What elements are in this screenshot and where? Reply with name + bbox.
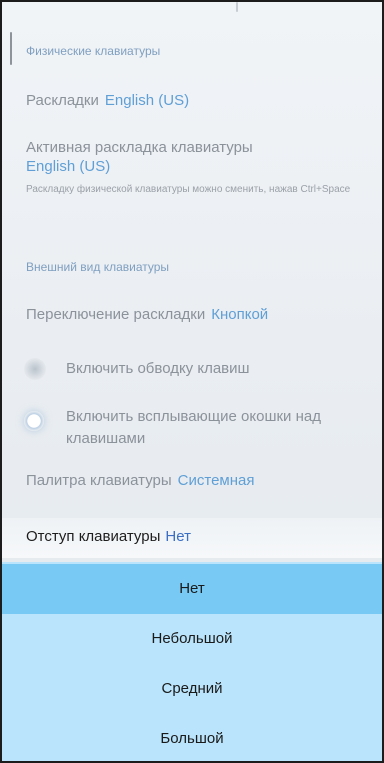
palette-label: Палитра клавиатуры xyxy=(26,472,172,489)
key-popup-toggle[interactable] xyxy=(24,411,44,431)
active-layout-setting[interactable]: Активная раскладка клавиатуры English (U… xyxy=(26,139,253,175)
active-layout-value: English (US) xyxy=(26,158,111,175)
layout-switch-value: Кнопкой xyxy=(211,306,269,323)
active-layout-label: Активная раскладка клавиатуры xyxy=(26,139,253,156)
palette-value: Системная xyxy=(177,472,255,489)
layouts-label: Раскладки xyxy=(26,92,99,109)
layout-switch-setting[interactable]: Переключение раскладки Кнопкой xyxy=(26,306,268,323)
key-outline-toggle[interactable] xyxy=(24,358,46,380)
dropdown-option-medium[interactable]: Средний xyxy=(2,664,382,714)
section-title-physical-keyboards: Физические клавиатуры xyxy=(26,44,161,58)
layouts-value: English (US) xyxy=(104,92,190,109)
layouts-setting[interactable]: Раскладки English (US) xyxy=(26,92,189,109)
settings-screen: Физические клавиатуры Раскладки English (… xyxy=(0,0,384,763)
keyboard-indent-setting[interactable]: Отступ клавиатуры Нет xyxy=(2,518,382,558)
section-indicator xyxy=(10,32,12,65)
dropdown-option-small[interactable]: Небольшой xyxy=(2,614,382,664)
dropdown-option-large[interactable]: Большой xyxy=(2,714,382,761)
indent-dropdown-menu: Нет Небольшой Средний Большой xyxy=(2,562,382,761)
keyboard-indent-label: Отступ клавиатуры xyxy=(26,528,161,545)
layout-switch-label: Переключение раскладки xyxy=(26,306,206,323)
dropdown-option-none[interactable]: Нет xyxy=(2,564,382,614)
active-layout-description: Раскладку физической клавиатуры можно см… xyxy=(26,184,351,195)
key-popup-label[interactable]: Включить всплывающие окошки над клавишам… xyxy=(66,406,366,450)
palette-setting[interactable]: Палитра клавиатуры Системная xyxy=(26,472,255,489)
keyboard-indent-value: Нет xyxy=(165,528,191,545)
key-outline-label[interactable]: Включить обводку клавиш xyxy=(66,358,250,380)
section-title-appearance: Внешний вид клавиатуры xyxy=(26,260,170,274)
scroll-indicator xyxy=(236,2,238,12)
